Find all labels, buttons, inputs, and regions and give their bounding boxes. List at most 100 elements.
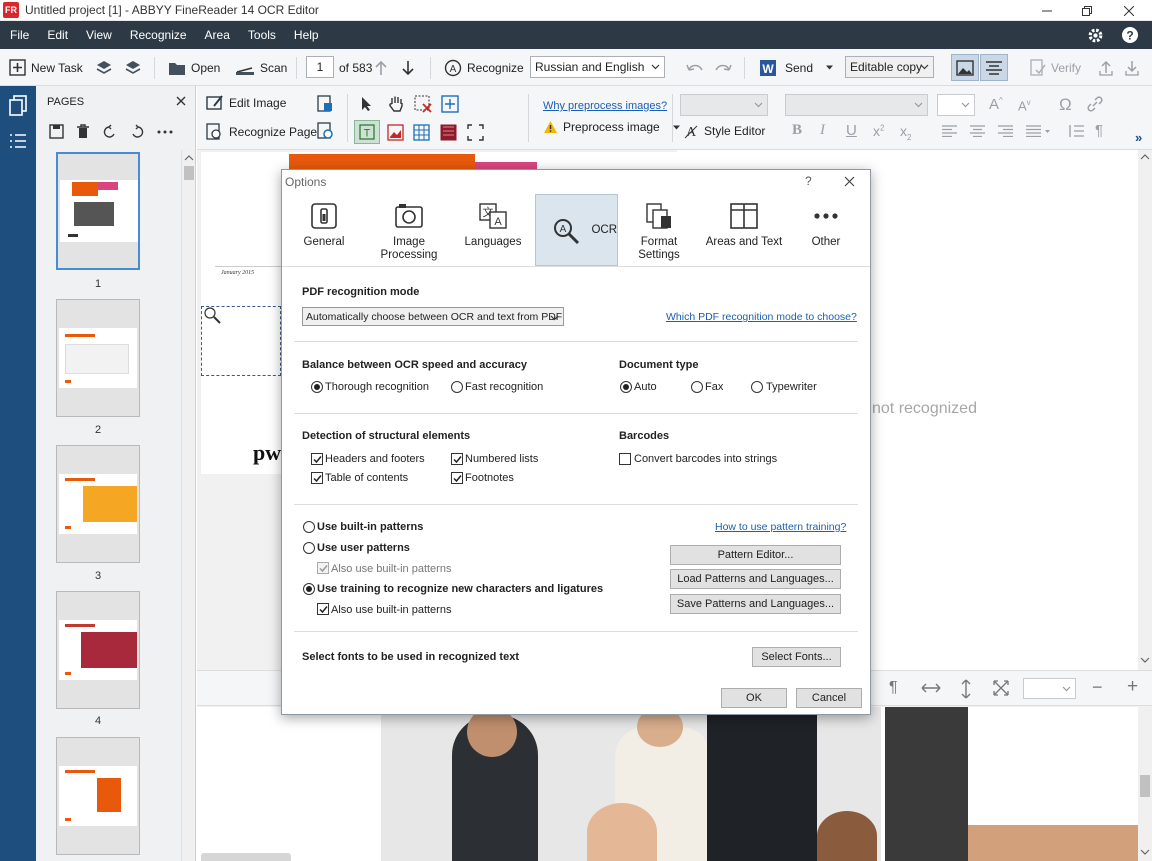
menu-edit[interactable]: Edit: [37, 28, 76, 42]
align-right-button[interactable]: [998, 125, 1013, 137]
pattern-editor-button[interactable]: Pattern Editor...: [670, 545, 841, 565]
select-fonts-button[interactable]: Select Fonts...: [752, 647, 841, 667]
dialog-help-button[interactable]: ?: [805, 174, 812, 188]
layers-button[interactable]: [96, 49, 119, 86]
add-area-tool[interactable]: [441, 95, 459, 113]
line-spacing-button[interactable]: [1068, 125, 1084, 137]
superscript-button[interactable]: x2: [873, 123, 884, 139]
pattern-training-help-link[interactable]: How to use pattern training?: [715, 521, 846, 533]
background-picture-tool[interactable]: [440, 124, 457, 141]
cancel-button[interactable]: Cancel: [796, 688, 862, 708]
grow-font-button[interactable]: A^: [989, 96, 1003, 113]
verify-button[interactable]: Verify: [1030, 49, 1081, 86]
settings-button[interactable]: [1087, 27, 1104, 44]
scan-button[interactable]: Scan: [235, 49, 287, 86]
tab-format-settings[interactable]: Format Settings: [630, 194, 688, 266]
font-select[interactable]: [785, 94, 928, 116]
close-window-button[interactable]: [1106, 0, 1152, 21]
output-mode-select[interactable]: Editable copy: [845, 56, 934, 78]
subscript-button[interactable]: x2: [900, 123, 911, 142]
rotate-right-button[interactable]: [130, 124, 145, 139]
export-down-button[interactable]: [1124, 49, 1145, 86]
show-formatting-button[interactable]: ¶: [1095, 122, 1103, 139]
language-select[interactable]: Russian and English: [530, 56, 665, 78]
underline-button[interactable]: U: [846, 122, 857, 139]
load-patterns-button[interactable]: Load Patterns and Languages...: [670, 569, 841, 589]
page-recognize-options-button[interactable]: [316, 122, 334, 140]
italic-button[interactable]: I: [820, 122, 825, 139]
send-button[interactable]: W Send: [759, 49, 839, 86]
page-thumbnail-4[interactable]: [56, 591, 140, 709]
menu-file[interactable]: File: [0, 28, 37, 42]
menu-recognize[interactable]: Recognize: [120, 28, 195, 42]
picture-area-tool[interactable]: [387, 124, 404, 141]
page-thumbnail-2[interactable]: [56, 299, 140, 417]
justify-button[interactable]: [1026, 125, 1050, 137]
image-view-toggle[interactable]: [951, 54, 979, 81]
use-builtin-patterns-radio[interactable]: [303, 521, 315, 533]
menu-tools[interactable]: Tools: [238, 28, 284, 42]
layers-button-2[interactable]: [124, 49, 147, 86]
use-user-patterns-radio[interactable]: [303, 542, 315, 554]
new-task-button[interactable]: New Task: [9, 49, 83, 86]
tab-languages[interactable]: 文A Languages: [460, 194, 526, 266]
outline-nav-button[interactable]: [9, 133, 27, 149]
page-number-input[interactable]: 1: [306, 56, 334, 78]
fit-height-button[interactable]: [960, 679, 972, 699]
zoom-pane-scrollbar[interactable]: [1138, 707, 1152, 861]
footnotes-checkbox[interactable]: [451, 472, 463, 484]
next-page-button[interactable]: [402, 49, 419, 86]
rotate-left-button[interactable]: [102, 124, 117, 139]
convert-barcodes-checkbox[interactable]: [619, 453, 631, 465]
pdf-mode-help-link[interactable]: Which PDF recognition mode to choose?: [666, 311, 857, 323]
pages-scrollbar[interactable]: [181, 150, 195, 861]
page-properties-button[interactable]: [316, 95, 334, 113]
menu-help[interactable]: Help: [284, 28, 327, 42]
zoom-in-button[interactable]: +: [1127, 676, 1138, 698]
tab-image-processing[interactable]: Image Processing: [375, 194, 443, 266]
dialog-close-button[interactable]: [844, 176, 855, 187]
barcode-area-tool[interactable]: [467, 124, 484, 141]
undo-button[interactable]: [685, 49, 710, 86]
fast-recognition-radio[interactable]: [451, 381, 463, 393]
menu-view[interactable]: View: [76, 28, 120, 42]
zoom-level-select[interactable]: [1023, 678, 1076, 699]
also-builtin-checkbox[interactable]: [317, 603, 329, 615]
save-patterns-button[interactable]: Save Patterns and Languages...: [670, 594, 841, 614]
headers-footers-checkbox[interactable]: [311, 453, 323, 465]
restore-button[interactable]: [1064, 0, 1110, 21]
preprocess-image-button[interactable]: Preprocess image: [543, 112, 686, 142]
recognize-button[interactable]: A Recognize: [444, 49, 524, 86]
export-up-button[interactable]: [1098, 49, 1119, 86]
paragraph-marks-button[interactable]: ¶: [889, 679, 898, 697]
help-button[interactable]: ?: [1122, 27, 1138, 43]
page-thumbnail-3[interactable]: [56, 445, 140, 563]
use-training-radio[interactable]: [303, 583, 315, 595]
more-tools-chevron[interactable]: »: [1135, 130, 1142, 145]
save-page-button[interactable]: [49, 124, 64, 139]
previous-page-button[interactable]: [375, 49, 392, 86]
hyperlink-button[interactable]: [1086, 96, 1104, 112]
fit-width-button[interactable]: [921, 681, 941, 695]
pages-nav-button[interactable]: [8, 95, 28, 117]
align-left-button[interactable]: [942, 125, 957, 137]
bottom-tab[interactable]: [201, 853, 291, 861]
text-pane-scrollbar[interactable]: [1138, 150, 1152, 670]
tab-other[interactable]: Other: [801, 194, 851, 266]
table-area-tool[interactable]: [413, 124, 430, 141]
bold-button[interactable]: B: [792, 122, 802, 139]
also-builtin-checkbox-disabled[interactable]: [317, 562, 329, 574]
zoom-out-button[interactable]: −: [1092, 677, 1103, 698]
thorough-recognition-radio[interactable]: [311, 381, 323, 393]
doc-type-fax-radio[interactable]: [691, 381, 703, 393]
page-thumbnail-5[interactable]: [56, 737, 140, 855]
doc-type-auto-radio[interactable]: [620, 381, 632, 393]
text-area-tool[interactable]: T: [354, 120, 380, 144]
menu-area[interactable]: Area: [195, 28, 238, 42]
pdf-mode-select[interactable]: Automatically choose between OCR and tex…: [302, 307, 564, 326]
special-character-button[interactable]: Ω: [1059, 95, 1072, 115]
edit-image-button[interactable]: Edit Image: [206, 86, 286, 120]
scrollbar-thumb[interactable]: [184, 166, 194, 180]
tab-areas-and-text[interactable]: Areas and Text: [703, 194, 785, 266]
recognize-page-button[interactable]: Recognize Page: [206, 116, 317, 148]
